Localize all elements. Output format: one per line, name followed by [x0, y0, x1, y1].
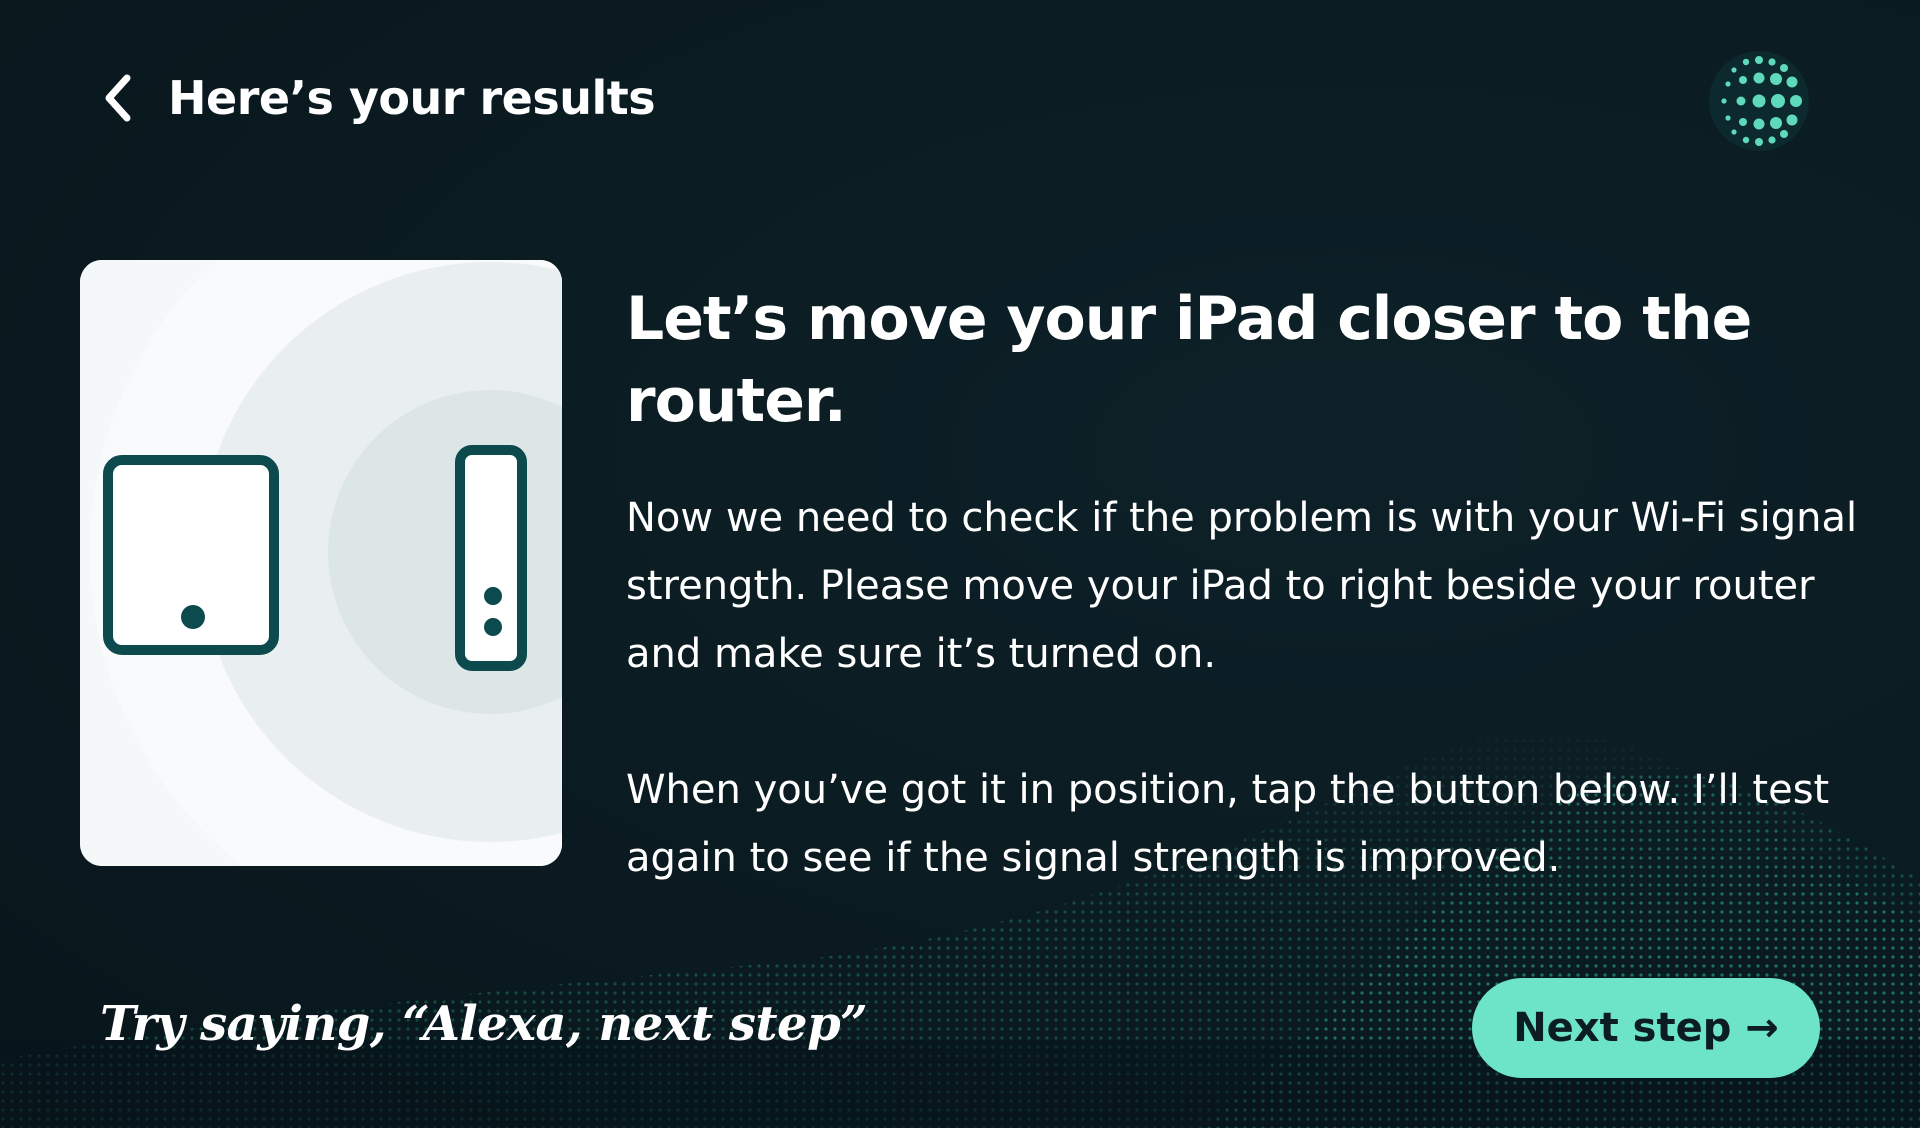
back-button[interactable]: [96, 68, 140, 128]
header: Here’s your results: [96, 68, 656, 128]
instruction-paragraph-2: When you’ve got it in position, tap the …: [626, 767, 1830, 881]
voice-hint: Try saying, “Alexa, next step”: [100, 996, 868, 1052]
illustration-card: [80, 260, 562, 866]
headline: Let’s move your iPad closer to the route…: [626, 284, 1752, 436]
instruction-paragraph-1: Now we need to check if the problem is w…: [626, 495, 1858, 677]
router-icon: [455, 445, 527, 671]
tablet-icon: [103, 455, 279, 655]
alexa-orb-icon[interactable]: [1706, 48, 1812, 154]
instructions: Let’s move your iPad closer to the route…: [626, 278, 1866, 892]
screen: Here’s your results Let’s move your iPad…: [0, 0, 1920, 1128]
next-step-button[interactable]: Next step →: [1472, 978, 1820, 1078]
page-title: Here’s your results: [168, 71, 656, 125]
chevron-left-icon: [105, 74, 131, 122]
